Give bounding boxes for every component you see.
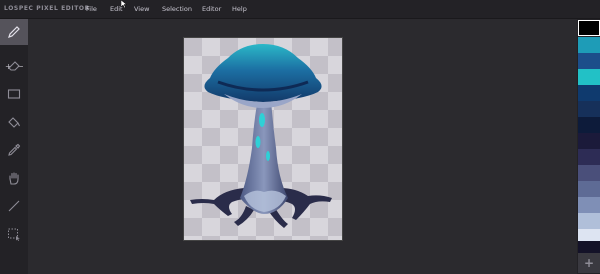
palette-swatch[interactable] (578, 53, 600, 69)
pan-tool[interactable] (0, 165, 28, 191)
palette-swatch[interactable] (578, 213, 600, 229)
rectangle-tool[interactable] (0, 81, 28, 107)
menu-editor[interactable]: Editor (202, 5, 221, 13)
palette-swatch[interactable] (578, 197, 600, 213)
select-tool[interactable] (0, 221, 28, 247)
paint-bucket-icon (8, 117, 20, 128)
rectangle-select-icon (8, 228, 20, 241)
mouse-cursor-icon (121, 0, 127, 8)
palette-swatch[interactable] (578, 133, 600, 149)
menu-help[interactable]: Help (232, 5, 247, 13)
eyedropper-icon (8, 143, 21, 156)
palette-swatch[interactable] (578, 181, 600, 197)
palette-swatch[interactable] (578, 117, 600, 133)
menu-selection[interactable]: Selection (162, 5, 192, 13)
rectangle-icon (7, 89, 21, 99)
app-logo: LOSPEC PIXEL EDITOR (4, 5, 90, 12)
palette-swatch[interactable] (578, 149, 600, 165)
menu-view[interactable]: View (134, 5, 149, 13)
palette-swatch[interactable] (578, 69, 600, 85)
pencil-icon (8, 26, 20, 38)
palette-swatch[interactable] (578, 85, 600, 101)
palette-swatch[interactable] (578, 20, 600, 36)
palette-swatch[interactable] (578, 37, 600, 53)
color-palette: + (577, 19, 600, 274)
tool-bar: + − (0, 19, 28, 274)
fill-tool[interactable] (0, 109, 28, 135)
add-color-button[interactable]: + (578, 253, 600, 273)
eraser-tool[interactable] (0, 53, 28, 79)
add-icon: + (583, 256, 595, 270)
line-tool[interactable] (0, 193, 28, 219)
hand-icon (9, 172, 19, 185)
pencil-tool[interactable] (0, 19, 28, 45)
canvas-artwork (184, 38, 342, 240)
eyedropper-tool[interactable] (0, 137, 28, 163)
palette-swatch[interactable] (578, 165, 600, 181)
line-icon (8, 200, 20, 212)
drawing-canvas[interactable] (184, 38, 342, 240)
menu-bar: LOSPEC PIXEL EDITOR File Edit View Selec… (0, 0, 600, 19)
eraser-icon (8, 61, 20, 71)
menu-file[interactable]: File (86, 5, 97, 13)
palette-swatch[interactable] (578, 229, 600, 241)
palette-swatch[interactable] (578, 101, 600, 117)
palette-swatch[interactable] (578, 241, 600, 253)
